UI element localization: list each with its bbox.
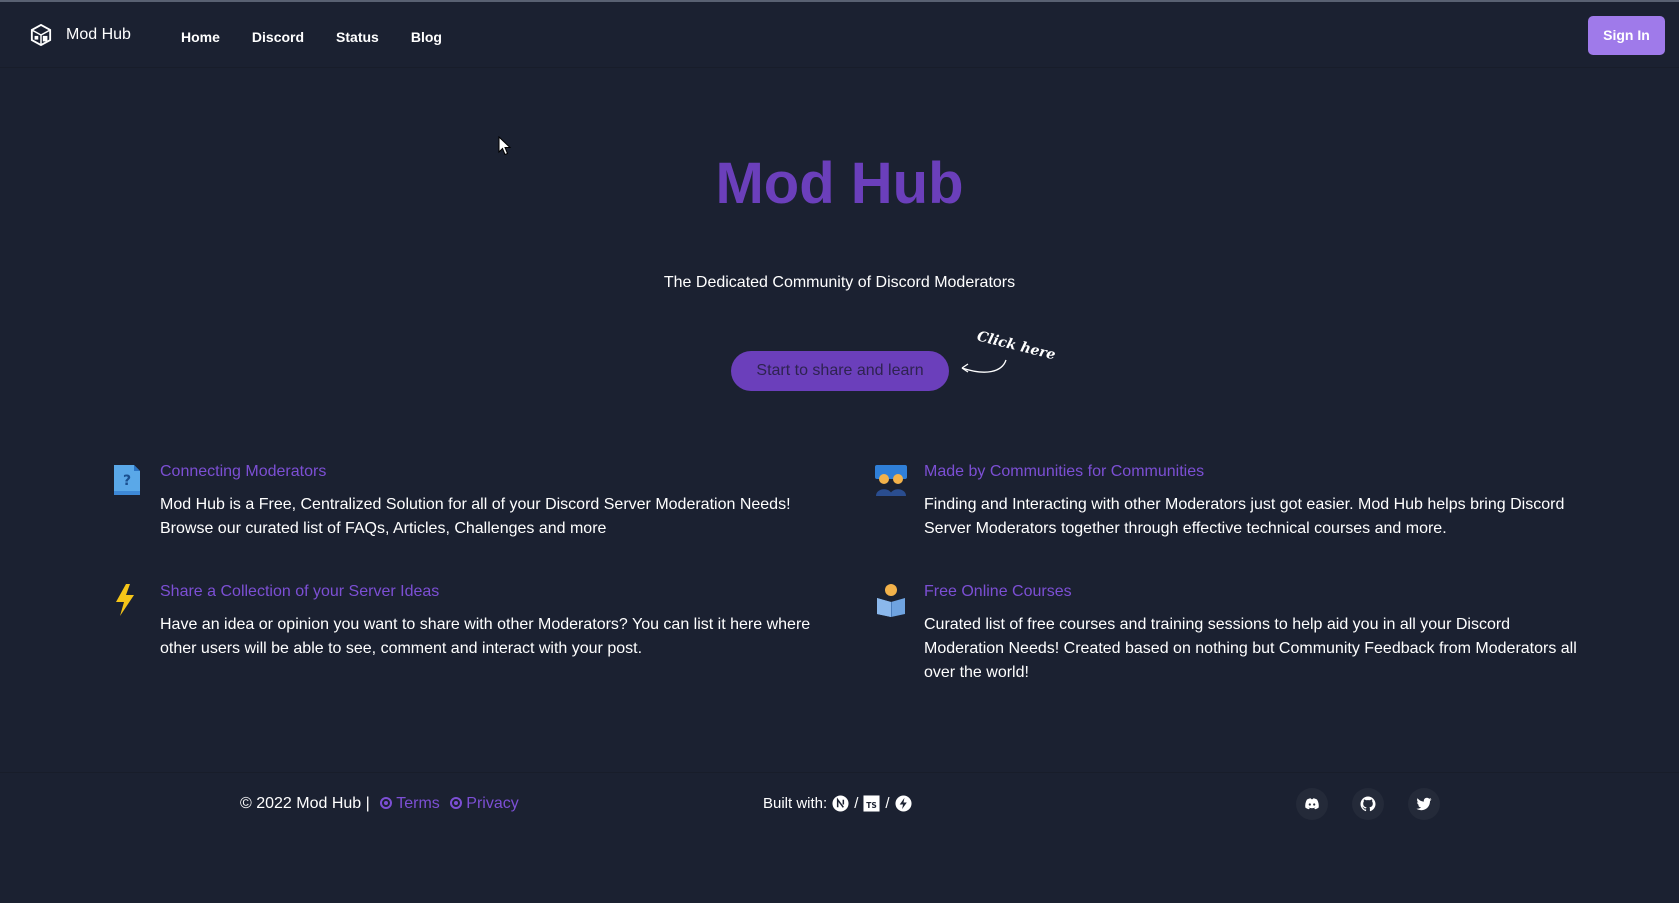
feature-made-by-communities: Made by Communities for Communities Find…	[874, 463, 1594, 537]
twitter-icon	[1416, 797, 1432, 811]
github-icon	[1360, 796, 1376, 812]
typescript-icon[interactable]: TS	[863, 795, 880, 812]
feature-title: Free Online Courses	[924, 583, 1072, 600]
nav-blog[interactable]: Blog	[411, 29, 442, 45]
svg-text:TS: TS	[867, 801, 878, 810]
feature-desc-line: Server Moderators together through effec…	[924, 520, 1447, 537]
twitter-link[interactable]	[1408, 788, 1440, 820]
discord-link[interactable]	[1296, 788, 1328, 820]
nav-discord[interactable]: Discord	[252, 29, 304, 45]
feature-desc-line: Mod Hub is a Free, Centralized Solution …	[160, 496, 791, 513]
feature-connecting-moderators: ? Connecting Moderators Mod Hub is a Fre…	[110, 463, 830, 537]
community-people-icon	[875, 465, 907, 496]
curved-arrow-icon	[961, 359, 1007, 373]
feature-desc-line: Curated list of free courses and trainin…	[924, 616, 1511, 633]
feature-desc-line: Moderation Needs! Created based on nothi…	[924, 640, 1577, 657]
built-with-label: Built with:	[763, 795, 828, 812]
feature-desc-line: Have an idea or opinion you want to shar…	[160, 616, 811, 633]
separator: /	[854, 795, 859, 812]
hero-subtitle: The Dedicated Community of Discord Moder…	[663, 274, 1016, 291]
privacy-link[interactable]: Privacy	[466, 795, 518, 812]
brand-name: Mod Hub	[66, 26, 131, 43]
feature-description: Mod Hub is a Free, Centralized Solution …	[160, 493, 791, 541]
lightning-bolt-icon	[116, 584, 134, 616]
copyright-text: © 2022 Mod Hub |	[240, 795, 370, 812]
feature-title: Share a Collection of your Server Ideas	[160, 583, 440, 600]
feature-desc-line: over the world!	[924, 664, 1029, 681]
feature-title: Connecting Moderators	[160, 463, 327, 480]
navbar: Mod Hub Home Discord Status Blog Sign In	[0, 2, 1679, 68]
built-with: Built with: / TS /	[763, 795, 915, 812]
sign-in-button[interactable]: Sign In	[1588, 16, 1665, 55]
reading-person-icon	[877, 584, 905, 617]
lightning-icon[interactable]	[895, 795, 912, 812]
feature-desc-line: Browse our curated list of FAQs, Article…	[160, 520, 607, 537]
nav-status[interactable]: Status	[336, 29, 379, 45]
terms-link[interactable]: Terms	[396, 795, 440, 812]
terms-dot-icon	[380, 797, 393, 809]
start-share-learn-button[interactable]: Start to share and learn	[731, 351, 949, 391]
cube-icon	[30, 24, 52, 46]
feature-share-server-ideas: Share a Collection of your Server Ideas …	[110, 583, 830, 657]
svg-text:?: ?	[123, 473, 131, 489]
main-nav: Home Discord Status Blog	[181, 29, 474, 45]
feature-description: Curated list of free courses and trainin…	[924, 613, 1577, 685]
discord-icon	[1305, 798, 1319, 810]
feature-free-online-courses: Free Online Courses Curated list of free…	[874, 583, 1594, 681]
feature-desc-line: other users will be able to see, comment…	[160, 640, 643, 657]
footer-divider	[0, 772, 1679, 773]
feature-desc-line: Finding and Interacting with other Moder…	[924, 496, 1565, 513]
hero-title: Mod Hub	[715, 151, 964, 216]
footer-copyright-area: © 2022 Mod Hub | Terms Privacy	[240, 795, 519, 813]
separator: /	[885, 795, 890, 812]
brand[interactable]: Mod Hub	[30, 24, 131, 46]
privacy-dot-icon	[450, 797, 463, 809]
nextjs-icon[interactable]	[832, 795, 849, 812]
question-document-icon: ?	[114, 465, 140, 495]
github-link[interactable]	[1352, 788, 1384, 820]
feature-description: Finding and Interacting with other Moder…	[924, 493, 1564, 541]
feature-title: Made by Communities for Communities	[924, 463, 1205, 480]
nav-home[interactable]: Home	[181, 29, 220, 45]
feature-description: Have an idea or opinion you want to shar…	[160, 613, 810, 661]
